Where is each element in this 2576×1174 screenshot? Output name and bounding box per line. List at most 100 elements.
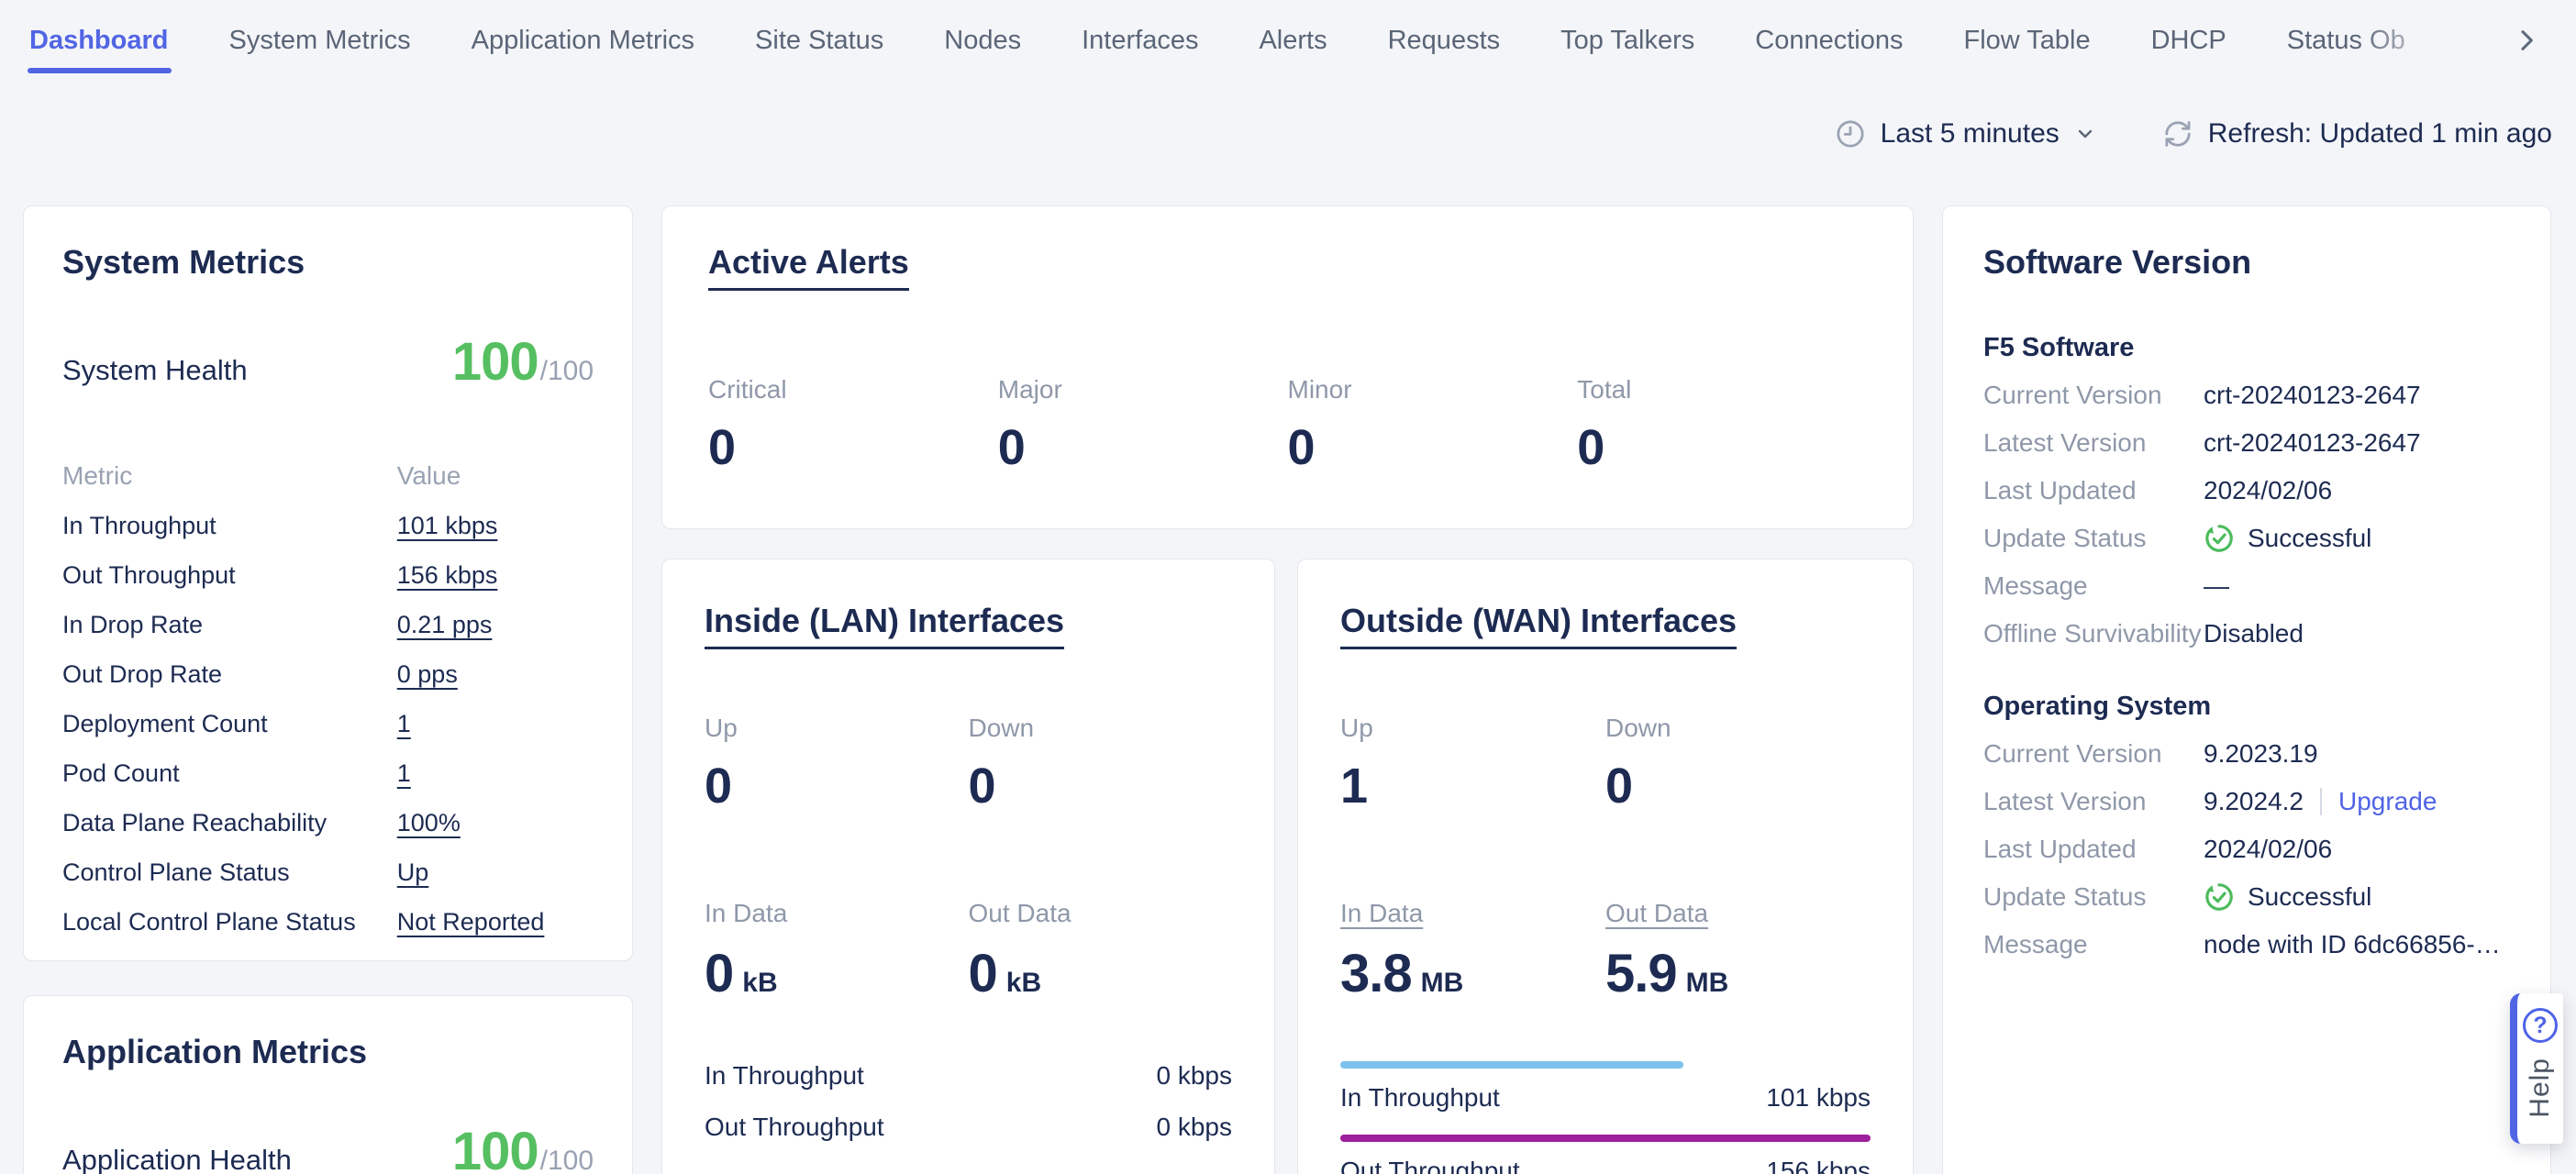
lan-updown: Up 0 Down 0 xyxy=(705,714,1232,814)
wan-out-data-stat: Out Data 5.9 MB xyxy=(1605,899,1871,1004)
in-data-link[interactable]: In Data xyxy=(1340,899,1423,927)
out-throughput-value: 156 kbps xyxy=(1766,1157,1871,1174)
system-health-label: System Health xyxy=(62,354,248,387)
tab-connections[interactable]: Connections xyxy=(1755,26,1903,56)
metric-label: Deployment Count xyxy=(62,710,397,738)
metric-value-link[interactable]: 0.21 pps xyxy=(397,611,493,639)
tab-requests[interactable]: Requests xyxy=(1388,26,1501,56)
stat-label: Minor xyxy=(1288,375,1578,404)
table-row: Out Drop Rate 0 pps xyxy=(62,649,594,699)
wan-up-stat: Up 1 xyxy=(1340,714,1605,814)
system-metrics-card: System Metrics System Health 100/100 Met… xyxy=(23,205,633,961)
sv-row-os-update-status: Update Status Successful xyxy=(1983,880,2510,913)
help-button[interactable]: ? Help xyxy=(2510,993,2563,1144)
wan-throughput: In Throughput 101 kbps Out Throughput 15… xyxy=(1340,1061,1871,1174)
metric-label: Out Throughput xyxy=(62,561,397,590)
out-data-number: 5.9 xyxy=(1605,943,1677,1004)
row-label: Update Status xyxy=(1983,882,2204,912)
application-health-label: Application Health xyxy=(62,1144,292,1174)
tab-site-status[interactable]: Site Status xyxy=(755,26,883,56)
tab-alerts[interactable]: Alerts xyxy=(1259,26,1327,56)
table-row: Deployment Count 1 xyxy=(62,699,594,748)
wan-interfaces-card: Outside (WAN) Interfaces Up 1 Down 0 xyxy=(1297,559,1914,1174)
sv-row-offline-survivability: Offline Survivability Disabled xyxy=(1983,617,2510,649)
row-value: crt-20240123-2647 xyxy=(2204,381,2510,410)
row-label: Update Status xyxy=(1983,524,2204,553)
lan-in-data-stat: In Data 0 kB xyxy=(705,899,969,1004)
row-label: Last Updated xyxy=(1983,476,2204,505)
in-data-value: 0 kB xyxy=(705,943,969,1004)
metric-value-link[interactable]: 1 xyxy=(397,759,411,788)
wan-title-link[interactable]: Outside (WAN) Interfaces xyxy=(1340,602,1737,649)
nav-scroll-right-button[interactable] xyxy=(2512,26,2541,55)
metric-value-link[interactable]: 100% xyxy=(397,809,461,837)
lan-out-data-stat: Out Data 0 kB xyxy=(969,899,1233,1004)
tab-flow-table[interactable]: Flow Table xyxy=(1964,26,2091,56)
tab-interfaces[interactable]: Interfaces xyxy=(1082,26,1198,56)
middle-column: Active Alerts Critical 0 Major 0 Minor 0 xyxy=(661,205,1914,1174)
sv-row-os-current-version: Current Version 9.2023.19 xyxy=(1983,737,2510,770)
table-row: Control Plane Status Up xyxy=(62,847,594,897)
metric-value-link[interactable]: 0 pps xyxy=(397,660,458,689)
help-icon: ? xyxy=(2523,1008,2558,1043)
in-data-label: In Data xyxy=(705,899,969,928)
table-row: Data Plane Reachability 100% xyxy=(62,798,594,847)
row-label: Message xyxy=(1983,571,2204,601)
metric-value-link[interactable]: Up xyxy=(397,858,429,887)
out-data-link[interactable]: Out Data xyxy=(1605,899,1708,927)
lan-down-stat: Down 0 xyxy=(969,714,1233,814)
in-throughput-bar xyxy=(1340,1061,1683,1069)
metric-label: Control Plane Status xyxy=(62,858,397,887)
refresh-control[interactable]: Refresh: Updated 1 min ago xyxy=(2162,118,2552,150)
software-version-card: Software Version F5 Software Current Ver… xyxy=(1942,205,2551,1174)
lan-title-link[interactable]: Inside (LAN) Interfaces xyxy=(705,602,1064,649)
up-value: 0 xyxy=(705,758,969,814)
dashboard-page: Dashboard System Metrics Application Met… xyxy=(0,0,2576,1174)
metric-value-link[interactable]: 156 kbps xyxy=(397,561,498,590)
tab-nodes[interactable]: Nodes xyxy=(944,26,1021,56)
tab-application-metrics[interactable]: Application Metrics xyxy=(472,26,694,56)
alert-stat-major: Major 0 xyxy=(998,375,1288,476)
metric-value-link[interactable]: 1 xyxy=(397,710,411,738)
system-health-score: 100/100 xyxy=(452,331,594,393)
sv-row-last-updated: Last Updated 2024/02/06 xyxy=(1983,474,2510,506)
table-row: Local Control Plane Status Not Reported xyxy=(62,897,594,947)
metric-label: In Drop Rate xyxy=(62,611,397,639)
system-metrics-title: System Metrics xyxy=(62,243,594,282)
row-value: 9.2023.19 xyxy=(2204,739,2510,769)
row-value: Successful xyxy=(2204,881,2510,913)
value-column-header: Value xyxy=(397,461,594,491)
active-alerts-title-link[interactable]: Active Alerts xyxy=(708,243,909,291)
dashboard-grid: System Metrics System Health 100/100 Met… xyxy=(0,205,2576,1174)
application-health-row: Application Health 100/100 xyxy=(62,1121,594,1174)
in-throughput-value: 0 kbps xyxy=(1157,1061,1233,1091)
upgrade-link[interactable]: Upgrade xyxy=(2338,787,2437,816)
tab-system-metrics[interactable]: System Metrics xyxy=(228,26,410,56)
in-data-number: 0 xyxy=(705,943,733,1004)
stat-label: Total xyxy=(1577,375,1867,404)
time-range-selector[interactable]: Last 5 minutes xyxy=(1835,118,2096,150)
left-column: System Metrics System Health 100/100 Met… xyxy=(23,205,633,1174)
stat-label: Critical xyxy=(708,375,998,404)
row-value: Successful xyxy=(2204,523,2510,554)
tab-top-talkers[interactable]: Top Talkers xyxy=(1560,26,1694,56)
table-header: Metric Value xyxy=(62,451,594,501)
metric-label: Data Plane Reachability xyxy=(62,809,397,837)
down-value: 0 xyxy=(969,758,1233,814)
row-label: Current Version xyxy=(1983,381,2204,410)
up-label: Up xyxy=(705,714,969,743)
tab-dhcp[interactable]: DHCP xyxy=(2151,26,2226,56)
application-health-score: 100/100 xyxy=(452,1121,594,1174)
in-throughput-value: 101 kbps xyxy=(1766,1083,1871,1113)
row-label: Latest Version xyxy=(1983,428,2204,458)
metric-value-link[interactable]: Not Reported xyxy=(397,908,545,936)
table-row: In Drop Rate 0.21 pps xyxy=(62,600,594,649)
metric-value-link[interactable]: 101 kbps xyxy=(397,512,498,540)
out-data-label: Out Data xyxy=(969,899,1233,928)
status-text: Successful xyxy=(2248,882,2371,912)
alert-stat-critical: Critical 0 xyxy=(708,375,998,476)
health-score-value: 100 xyxy=(452,1122,539,1174)
status-success-icon xyxy=(2204,523,2235,554)
tab-dashboard[interactable]: Dashboard xyxy=(29,26,168,56)
row-label: Current Version xyxy=(1983,739,2204,769)
